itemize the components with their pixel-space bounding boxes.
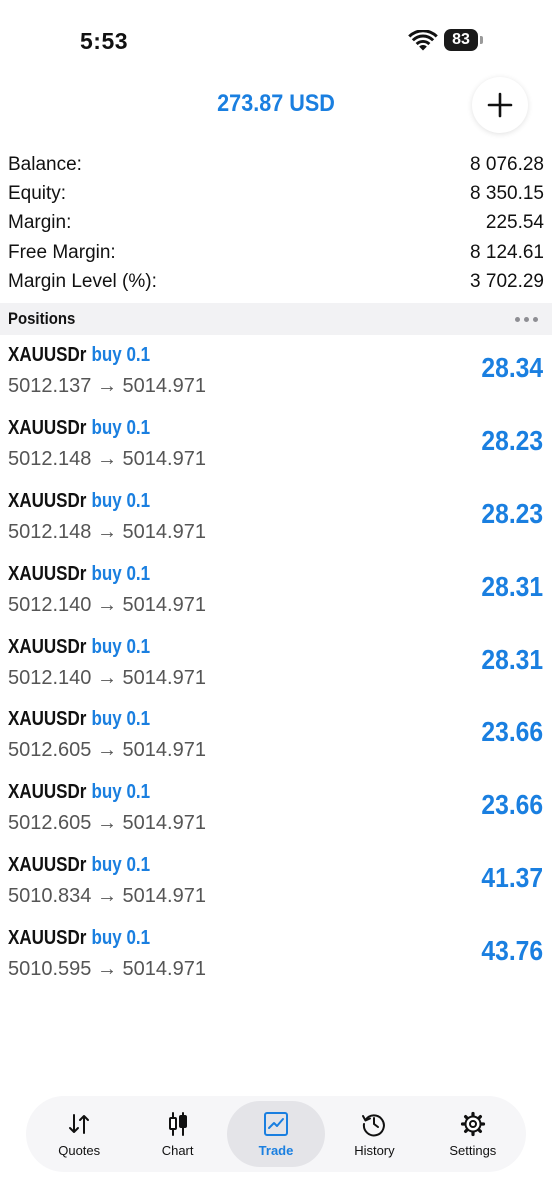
account-header: 273.87 USD bbox=[0, 77, 552, 140]
summary-label: Margin Level (%): bbox=[8, 271, 157, 293]
position-row[interactable]: XAUUSDr buy 0.1 5010.595 → 5014.971 43.76 bbox=[0, 921, 552, 994]
status-bar: 5:53 83 bbox=[0, 0, 552, 80]
position-profit: 28.23 bbox=[481, 424, 543, 456]
position-side: buy 0.1 bbox=[91, 344, 151, 366]
position-row[interactable]: XAUUSDr buy 0.1 5012.148 → 5014.971 28.23 bbox=[0, 411, 552, 484]
position-row[interactable]: XAUUSDr buy 0.1 5012.605 → 5014.971 23.66 bbox=[0, 702, 552, 775]
gear-icon bbox=[460, 1111, 485, 1136]
position-profit: 28.23 bbox=[481, 497, 543, 529]
plus-icon bbox=[487, 92, 513, 118]
position-profit: 23.66 bbox=[481, 716, 543, 748]
summary-row-equity: Equity: 8 350.15 bbox=[0, 179, 552, 208]
battery-level: 83 bbox=[444, 29, 478, 51]
summary-label: Margin: bbox=[8, 212, 72, 234]
position-row[interactable]: XAUUSDr buy 0.1 5012.605 → 5014.971 23.66 bbox=[0, 775, 552, 848]
position-row[interactable]: XAUUSDr buy 0.1 5012.140 → 5014.971 28.31 bbox=[0, 557, 552, 630]
position-symbol: XAUUSDr bbox=[8, 927, 87, 950]
position-symbol: XAUUSDr bbox=[8, 489, 87, 512]
position-side: buy 0.1 bbox=[91, 489, 151, 512]
position-prices: 5012.137 → 5014.971 bbox=[8, 375, 206, 397]
battery-icon: 83 bbox=[444, 29, 484, 51]
summary-label: Balance: bbox=[8, 153, 82, 175]
wifi-icon bbox=[408, 30, 438, 51]
position-side: buy 0.1 bbox=[91, 854, 151, 877]
summary-row-free-margin: Free Margin: 8 124.61 bbox=[0, 238, 552, 267]
summary-row-balance: Balance: 8 076.28 bbox=[0, 150, 552, 179]
tab-label: Quotes bbox=[58, 1142, 101, 1158]
summary-value: 225.54 bbox=[485, 212, 544, 234]
position-side: buy 0.1 bbox=[91, 416, 151, 439]
tab-label: Chart bbox=[161, 1142, 194, 1158]
position-prices: 5010.595 → 5014.971 bbox=[8, 958, 206, 981]
position-prices: 5012.605 → 5014.971 bbox=[8, 739, 206, 762]
position-prices: 5012.148 → 5014.971 bbox=[8, 520, 206, 543]
candlestick-icon bbox=[168, 1111, 187, 1136]
position-symbol: XAUUSDr bbox=[8, 854, 87, 877]
more-dots-icon[interactable] bbox=[515, 316, 538, 322]
positions-header: Positions bbox=[0, 303, 552, 335]
summary-value: 3 702.29 bbox=[470, 271, 544, 293]
summary-label: Free Margin: bbox=[8, 241, 116, 263]
bottom-tab-bar: Quotes Chart Trade History Settings bbox=[26, 1096, 526, 1172]
summary-value: 8 076.28 bbox=[470, 153, 544, 175]
tab-settings[interactable]: Settings bbox=[424, 1101, 522, 1167]
summary-value: 8 124.61 bbox=[470, 241, 544, 263]
position-side: buy 0.1 bbox=[91, 927, 151, 950]
position-side: buy 0.1 bbox=[91, 781, 151, 804]
position-row[interactable]: XAUUSDr buy 0.1 5012.148 → 5014.971 28.23 bbox=[0, 484, 552, 557]
position-row[interactable]: XAUUSDr buy 0.1 5010.834 → 5014.971 41.37 bbox=[0, 848, 552, 921]
position-profit: 43.76 bbox=[481, 935, 543, 967]
position-symbol: XAUUSDr bbox=[8, 635, 87, 658]
tab-chart[interactable]: Chart bbox=[128, 1101, 226, 1167]
tab-label: Trade bbox=[258, 1142, 294, 1158]
position-profit: 28.31 bbox=[481, 643, 543, 675]
summary-value: 8 350.15 bbox=[470, 183, 544, 205]
position-symbol: XAUUSDr bbox=[8, 344, 87, 366]
position-side: buy 0.1 bbox=[91, 635, 151, 658]
position-prices: 5012.140 → 5014.971 bbox=[8, 593, 206, 616]
tab-trade[interactable]: Trade bbox=[226, 1101, 326, 1167]
tab-history[interactable]: History bbox=[325, 1101, 423, 1167]
position-row[interactable]: XAUUSDr buy 0.1 5012.137 → 5014.971 28.34 bbox=[0, 338, 552, 411]
account-summary: Balance: 8 076.28 Equity: 8 350.15 Margi… bbox=[0, 150, 552, 297]
position-symbol: XAUUSDr bbox=[8, 781, 87, 804]
position-prices: 5010.834 → 5014.971 bbox=[8, 885, 206, 908]
position-symbol: XAUUSDr bbox=[8, 708, 87, 731]
position-row[interactable]: XAUUSDr buy 0.1 5012.140 → 5014.971 28.31 bbox=[0, 630, 552, 703]
position-profit: 28.31 bbox=[481, 570, 543, 602]
history-clock-icon bbox=[362, 1113, 386, 1136]
position-symbol: XAUUSDr bbox=[8, 416, 87, 439]
positions-title: Positions bbox=[8, 309, 76, 328]
position-side: buy 0.1 bbox=[91, 562, 151, 585]
position-prices: 5012.605 → 5014.971 bbox=[8, 812, 206, 835]
tab-quotes[interactable]: Quotes bbox=[30, 1101, 128, 1167]
position-prices: 5012.140 → 5014.971 bbox=[8, 666, 206, 689]
total-profit: 273.87 USD bbox=[217, 90, 335, 117]
position-profit: 23.66 bbox=[481, 789, 543, 821]
new-order-button[interactable] bbox=[472, 77, 528, 133]
trade-chart-icon bbox=[264, 1111, 289, 1136]
summary-row-margin-level: Margin Level (%): 3 702.29 bbox=[0, 268, 552, 297]
quotes-arrows-icon bbox=[69, 1113, 90, 1134]
positions-list: XAUUSDr buy 0.1 5012.137 → 5014.971 28.34… bbox=[0, 338, 552, 994]
tab-label: Settings bbox=[449, 1142, 497, 1158]
status-time: 5:53 bbox=[80, 28, 129, 54]
tab-label: History bbox=[354, 1142, 395, 1158]
summary-row-margin: Margin: 225.54 bbox=[0, 209, 552, 238]
position-profit: 28.34 bbox=[481, 352, 543, 383]
position-symbol: XAUUSDr bbox=[8, 562, 87, 585]
position-profit: 41.37 bbox=[481, 862, 543, 894]
position-side: buy 0.1 bbox=[91, 708, 151, 731]
position-prices: 5012.148 → 5014.971 bbox=[8, 447, 206, 470]
summary-label: Equity: bbox=[8, 183, 67, 205]
